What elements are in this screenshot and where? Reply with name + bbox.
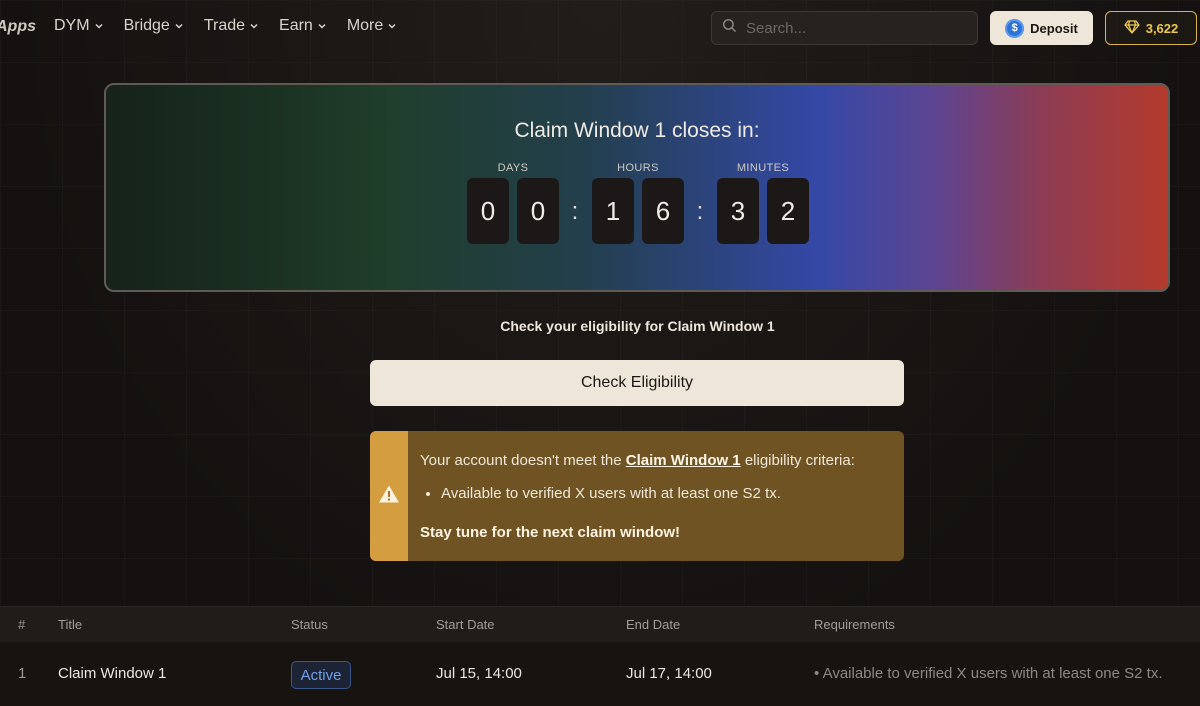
menu-item-dym[interactable]: DYM (54, 17, 104, 35)
eligibility-warning: Your account doesn't meet the Claim Wind… (370, 431, 904, 561)
criteria-list: Available to verified X users with at le… (441, 484, 855, 504)
deposit-label: Deposit (1030, 20, 1078, 36)
row-title: Claim Window 1 (58, 665, 167, 682)
menu-item-label: Bridge (123, 17, 170, 34)
hours-label: HOURS (617, 162, 659, 174)
menu-item-label: Earn (279, 17, 313, 34)
search-icon (722, 18, 737, 38)
header-status: Status (291, 617, 328, 632)
deposit-button[interactable]: $ Deposit (990, 11, 1093, 45)
chevron-down-icon (387, 21, 397, 31)
header-requirements: Requirements (814, 617, 895, 632)
search-input[interactable] (746, 19, 966, 37)
header-end-date: End Date (626, 617, 681, 632)
header-title: Title (58, 617, 83, 632)
countdown-banner: Claim Window 1 closes in: DAYS HOURS MIN… (104, 83, 1170, 292)
days-label: DAYS (497, 162, 529, 174)
minutes-label: MINUTES (736, 162, 790, 174)
hours-digit: 1 (592, 178, 634, 244)
warning-prefix: Your account doesn't meet the (420, 452, 626, 469)
chevron-down-icon (249, 21, 259, 31)
status-badge: Active (291, 661, 351, 689)
claim-windows-table: # Title Status Start Date End Date Requi… (0, 606, 1200, 706)
points-value: 3,622 (1145, 20, 1179, 36)
warning-body: Your account doesn't meet the Claim Wind… (408, 431, 855, 561)
warning-message: Your account doesn't meet the Claim Wind… (420, 451, 855, 471)
header-start-date: Start Date (436, 617, 495, 632)
top-nav: Apps DYM Bridge Trade Earn More $ Dep (0, 0, 1200, 56)
table-row[interactable]: 1 Claim Window 1 Active Jul 15, 14:00 Ju… (0, 642, 1200, 706)
countdown-title: Claim Window 1 closes in: (514, 119, 760, 142)
hours-digit: 6 (642, 178, 684, 244)
menu-item-label: DYM (54, 17, 90, 34)
menu-item-more[interactable]: More (347, 17, 397, 35)
check-eligibility-button[interactable]: Check Eligibility (370, 360, 904, 406)
criteria-item: Available to verified X users with at le… (441, 484, 855, 504)
chevron-down-icon (94, 21, 104, 31)
time-separator: : (571, 198, 579, 225)
brand-logo[interactable]: Apps (0, 18, 36, 36)
search-box[interactable] (711, 11, 978, 45)
warning-strip (370, 431, 408, 561)
minutes-digit: 2 (767, 178, 809, 244)
requirement-text: Available to verified X users with at le… (822, 665, 1163, 682)
points-button[interactable]: 3,622 (1105, 11, 1197, 45)
row-end-date: Jul 17, 14:00 (626, 665, 712, 682)
main-menu: DYM Bridge Trade Earn More (54, 17, 397, 35)
chevron-down-icon (317, 21, 327, 31)
time-separator: : (696, 198, 704, 225)
diamond-icon (1124, 19, 1140, 37)
menu-item-label: Trade (203, 17, 246, 34)
menu-item-trade[interactable]: Trade (204, 17, 259, 35)
warning-suffix: eligibility criteria: (740, 452, 855, 469)
minutes-digit: 3 (717, 178, 759, 244)
usdc-coin-icon: $ (1005, 18, 1025, 38)
days-digit: 0 (467, 178, 509, 244)
menu-item-earn[interactable]: Earn (279, 17, 327, 35)
header-number: # (18, 617, 26, 632)
menu-item-label: More (346, 17, 384, 34)
menu-item-bridge[interactable]: Bridge (124, 17, 184, 35)
row-requirement: • Available to verified X users with at … (814, 665, 1163, 682)
claim-window-link[interactable]: Claim Window 1 (626, 452, 741, 469)
days-digit: 0 (517, 178, 559, 244)
table-header: # Title Status Start Date End Date Requi… (0, 606, 1200, 642)
chevron-down-icon (174, 21, 184, 31)
eligibility-prompt: Check your eligibility for Claim Window … (500, 318, 775, 334)
warning-triangle-icon (378, 484, 400, 509)
row-start-date: Jul 15, 14:00 (436, 665, 522, 682)
warning-footer: Stay tune for the next claim window! (420, 524, 681, 541)
row-number: 1 (18, 665, 27, 682)
